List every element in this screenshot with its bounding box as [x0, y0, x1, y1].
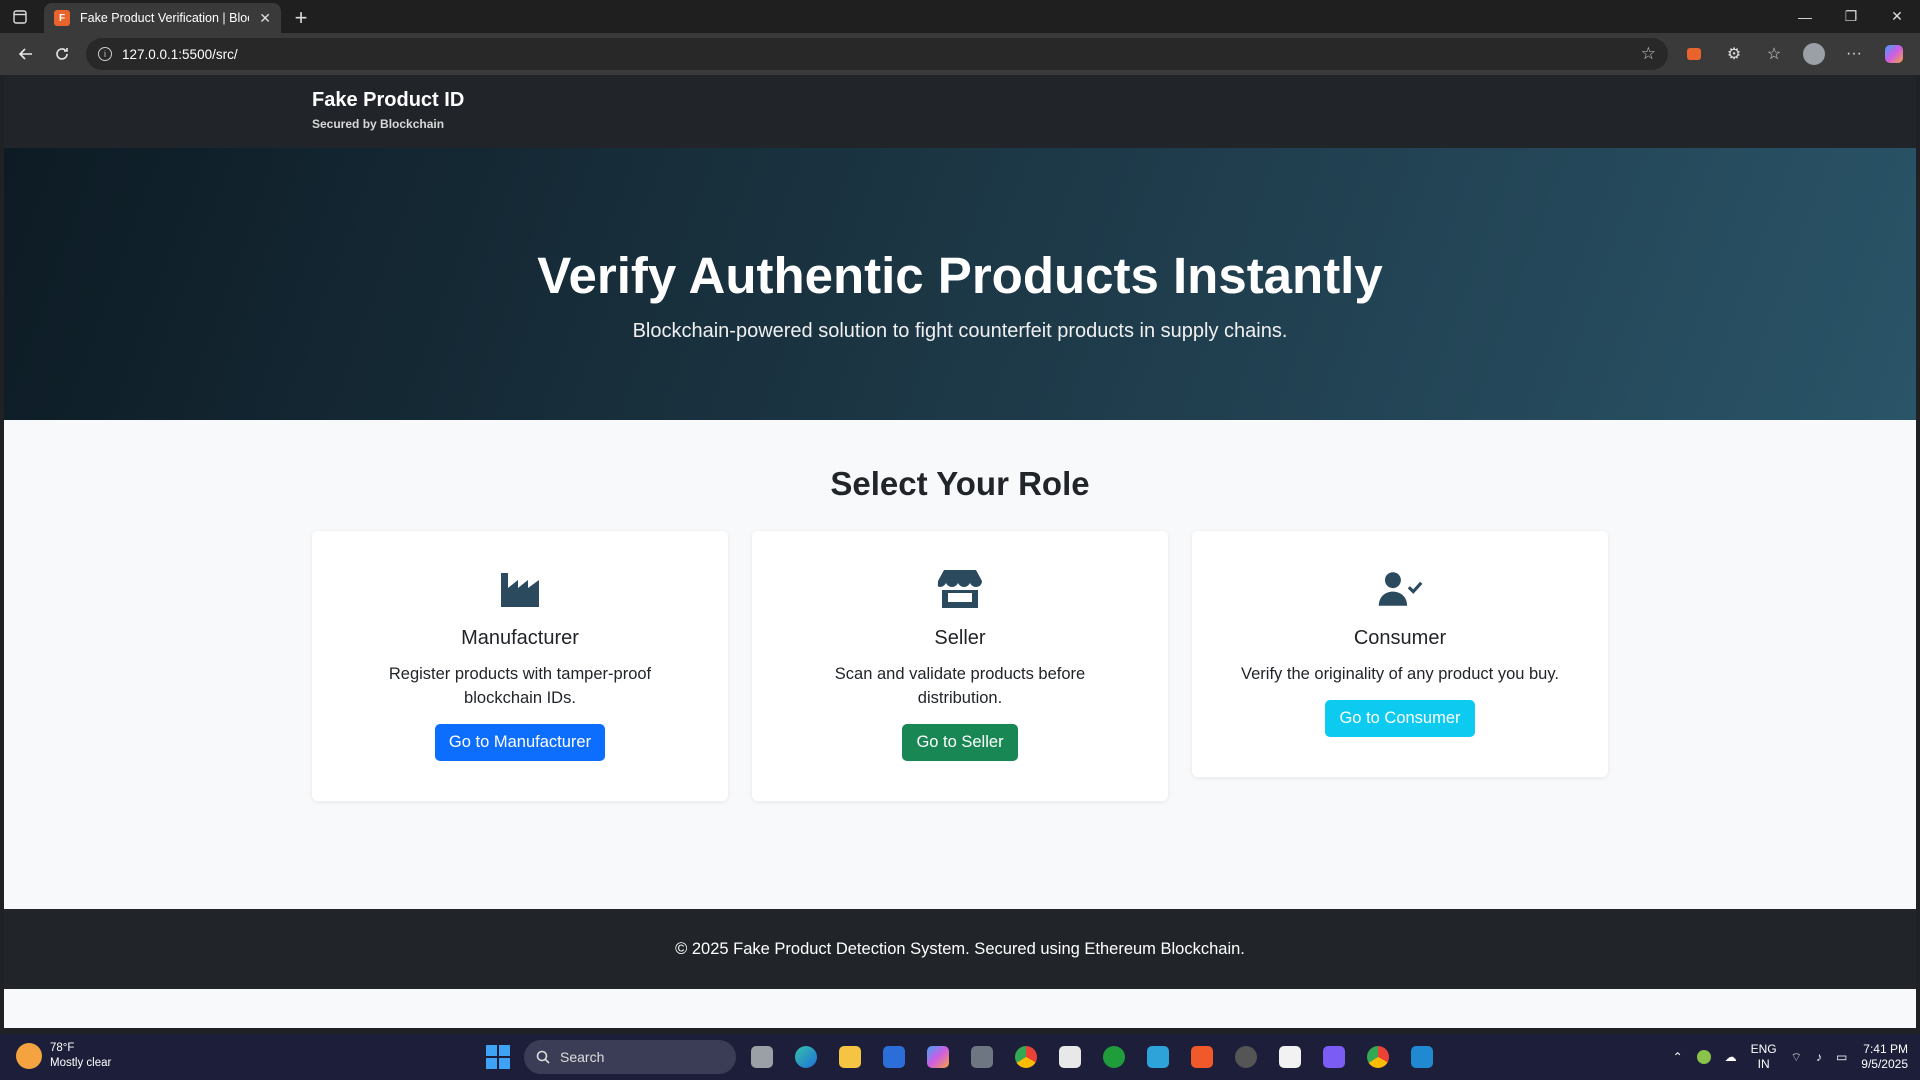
- address-url[interactable]: 127.0.0.1:5500/src/: [122, 47, 1631, 62]
- taskbar-apps: Search: [480, 1039, 1440, 1075]
- restore-icon[interactable]: ❐: [1828, 0, 1874, 33]
- address-bar[interactable]: i 127.0.0.1:5500/src/ ☆: [86, 38, 1668, 70]
- back-arrow-icon[interactable]: [8, 38, 44, 70]
- footer-text: © 2025 Fake Product Detection System. Se…: [675, 940, 1245, 958]
- vpn-icon[interactable]: [1316, 1039, 1352, 1075]
- extension-fox-icon[interactable]: [1676, 38, 1712, 70]
- card-description: Verify the originality of any product yo…: [1241, 665, 1559, 683]
- tray-app-icon[interactable]: [1696, 1050, 1711, 1064]
- battery-icon[interactable]: ▭: [1836, 1050, 1847, 1064]
- lang-line2: IN: [1757, 1057, 1770, 1071]
- extensions-puzzle-icon[interactable]: ⚙: [1716, 38, 1752, 70]
- profile-avatar[interactable]: [1803, 43, 1825, 65]
- role-card-manufacturer: Manufacturer Register products with tamp…: [312, 531, 728, 801]
- search-icon: [536, 1050, 550, 1064]
- site-info-icon[interactable]: i: [98, 47, 112, 61]
- weather-temp: 78°F: [50, 1042, 75, 1054]
- favorites-icon[interactable]: ☆: [1756, 38, 1792, 70]
- brand-subtitle: Secured by Blockchain: [312, 117, 445, 131]
- minimize-icon[interactable]: —: [1782, 0, 1828, 33]
- github-app-icon[interactable]: [964, 1039, 1000, 1075]
- tab-close-icon[interactable]: ✕: [259, 10, 271, 27]
- store-icon: [937, 570, 982, 608]
- system-tray: ⌃ ☁ ENG IN ⌔ ♪ ▭ 7:41 PM 9/5/2025: [1673, 1034, 1908, 1080]
- site-header: Fake Product ID Secured by Blockchain: [4, 75, 1916, 148]
- clock[interactable]: 7:41 PM 9/5/2025: [1861, 1042, 1908, 1072]
- file-explorer-icon[interactable]: [832, 1039, 868, 1075]
- toolbar-icons: ⚙ ☆ ···: [1676, 38, 1912, 70]
- close-window-icon[interactable]: ✕: [1874, 0, 1920, 33]
- visual-studio-icon[interactable]: [876, 1039, 912, 1075]
- go-to-manufacturer-button[interactable]: Go to Manufacturer: [434, 724, 606, 761]
- hero-subtitle: Blockchain-powered solution to fight cou…: [632, 320, 1288, 342]
- obs-icon[interactable]: [1228, 1039, 1264, 1075]
- xbox-icon[interactable]: [1096, 1039, 1132, 1075]
- card-description: Register products with tamper-proof bloc…: [388, 665, 652, 707]
- weather-desc: Mostly clear: [50, 1057, 112, 1069]
- go-to-seller-button[interactable]: Go to Seller: [902, 724, 1018, 761]
- windows-taskbar: 78°F Mostly clear Search ⌃ ☁ ENG IN ⌔ ♪ …: [0, 1034, 1920, 1080]
- vscode-icon[interactable]: [1404, 1039, 1440, 1075]
- more-menu-icon[interactable]: ···: [1836, 38, 1872, 70]
- search-placeholder: Search: [560, 1049, 605, 1065]
- reload-icon[interactable]: [44, 38, 80, 70]
- weather-icon: [16, 1043, 42, 1069]
- capcut-icon[interactable]: [1272, 1039, 1308, 1075]
- page-viewport: Fake Product ID Secured by Blockchain Ve…: [4, 75, 1916, 1028]
- browser-toolbar: i 127.0.0.1:5500/src/ ☆ ⚙ ☆ ···: [0, 33, 1920, 75]
- clock-date: 9/5/2025: [1861, 1057, 1908, 1071]
- browser-tab-active[interactable]: F Fake Product Verification | Blockchain…: [44, 3, 281, 33]
- windows-start-icon[interactable]: [480, 1039, 516, 1075]
- volume-icon[interactable]: ♪: [1816, 1050, 1822, 1064]
- user-check-icon: [1378, 572, 1423, 606]
- roles-title: Select Your Role: [830, 465, 1090, 502]
- factory-icon: [501, 573, 539, 607]
- go-to-consumer-button[interactable]: Go to Consumer: [1325, 700, 1475, 737]
- hero-title: Verify Authentic Products Instantly: [537, 247, 1383, 304]
- tab-actions-icon[interactable]: [0, 0, 40, 33]
- app-icon[interactable]: [1140, 1039, 1176, 1075]
- hero-section: Verify Authentic Products Instantly Bloc…: [4, 148, 1916, 420]
- task-view-icon[interactable]: [744, 1039, 780, 1075]
- tab-favicon-icon: F: [54, 10, 70, 26]
- site-footer: © 2025 Fake Product Detection System. Se…: [4, 909, 1916, 989]
- brand[interactable]: Fake Product ID Secured by Blockchain: [312, 89, 464, 131]
- edge-icon[interactable]: [788, 1039, 824, 1075]
- brand-title: Fake Product ID: [312, 89, 465, 111]
- lang-line1: ENG: [1750, 1042, 1777, 1056]
- taskbar-search[interactable]: Search: [524, 1040, 736, 1074]
- card-title: Consumer: [1353, 627, 1447, 649]
- weather-widget[interactable]: 78°F Mostly clear: [16, 1041, 111, 1071]
- role-card-consumer: Consumer Verify the originality of any p…: [1192, 531, 1608, 777]
- card-title: Seller: [934, 627, 986, 649]
- wifi-icon[interactable]: ⌔: [1791, 1050, 1802, 1065]
- card-title: Manufacturer: [461, 627, 579, 649]
- copilot-icon[interactable]: [1876, 38, 1912, 70]
- store-app-icon[interactable]: [1052, 1039, 1088, 1075]
- browser-titlebar: F Fake Product Verification | Blockchain…: [0, 0, 1920, 33]
- clock-time: 7:41 PM: [1863, 1042, 1908, 1056]
- chrome-profile-icon[interactable]: [1360, 1039, 1396, 1075]
- new-tab-icon[interactable]: +: [285, 3, 317, 33]
- favorite-star-icon[interactable]: ☆: [1641, 44, 1656, 64]
- chevron-up-icon[interactable]: ⌃: [1673, 1050, 1683, 1064]
- window-controls: — ❐ ✕: [1782, 0, 1920, 33]
- chrome-icon[interactable]: [1008, 1039, 1044, 1075]
- language-indicator[interactable]: ENG IN: [1751, 1042, 1777, 1072]
- copilot-app-icon[interactable]: [920, 1039, 956, 1075]
- brave-icon[interactable]: [1184, 1039, 1220, 1075]
- role-card-seller: Seller Scan and validate products before…: [752, 531, 1168, 801]
- tab-title: Fake Product Verification | Blockchain: [80, 11, 249, 25]
- onedrive-icon[interactable]: ☁: [1725, 1050, 1737, 1064]
- card-description: Scan and validate products before distri…: [834, 665, 1086, 707]
